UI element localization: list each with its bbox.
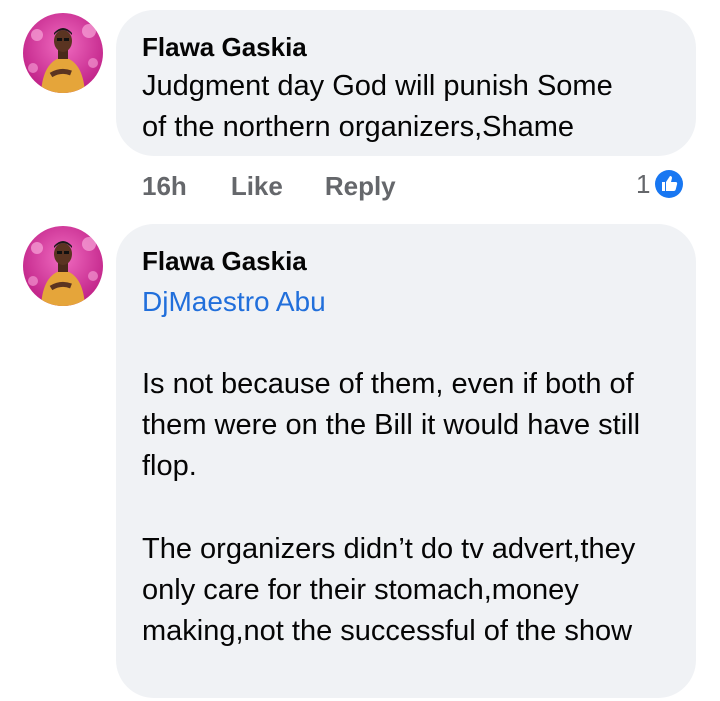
comment-actions: 16h Like Reply xyxy=(142,168,396,204)
reply-button[interactable]: Reply xyxy=(325,171,396,202)
thumbs-up-icon xyxy=(653,168,686,200)
comment-bubble: Flawa Gaskia DjMaestro Abu Is not becaus… xyxy=(116,224,696,698)
like-button[interactable]: Like xyxy=(231,171,283,202)
reaction-count: 1 xyxy=(636,168,651,199)
comment-author[interactable]: Flawa Gaskia xyxy=(142,244,666,278)
avatar-photo xyxy=(23,226,103,306)
comment-bubble: Flawa Gaskia Judgment day God will punis… xyxy=(116,10,696,156)
comment-text: Judgment day God will punish Some of the… xyxy=(142,70,613,143)
reaction-summary[interactable]: 1 xyxy=(636,166,686,202)
avatar-photo xyxy=(23,13,103,93)
avatar[interactable] xyxy=(23,226,103,306)
comment-author[interactable]: Flawa Gaskia xyxy=(142,30,666,64)
mention-link[interactable]: DjMaestro Abu xyxy=(142,282,666,322)
avatar[interactable] xyxy=(23,13,103,93)
comment-paragraph: Is not because of them, even if both of … xyxy=(142,368,641,482)
comment-paragraph: The organizers didn’t do tv advert,they … xyxy=(142,533,636,647)
comment-timestamp[interactable]: 16h xyxy=(142,171,187,202)
